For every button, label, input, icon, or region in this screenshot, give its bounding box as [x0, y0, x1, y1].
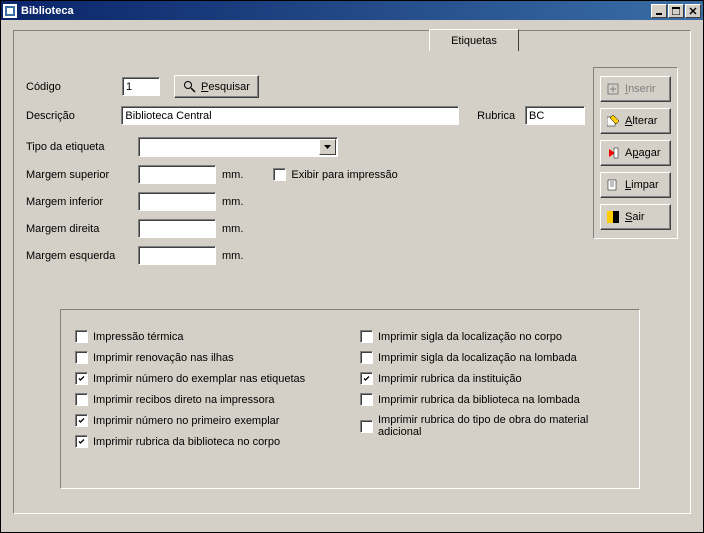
exibir-label: Exibir para impressão — [291, 169, 397, 181]
side-buttons: Inserir Alterar Apagar Limpar Sair — [593, 67, 678, 239]
checkbox-label: Imprimir rubrica do tipo de obra do mate… — [378, 414, 625, 438]
inserir-label: Inserir — [625, 83, 665, 95]
margem-sup-label: Margem superior — [26, 169, 138, 181]
margem-dir-label: Margem direita — [26, 223, 138, 235]
window-title: Biblioteca — [21, 5, 651, 17]
checkbox-label: Imprimir sigla da localização na lombada — [378, 352, 577, 364]
margem-inf-input[interactable] — [138, 192, 216, 211]
tab-etiquetas[interactable]: Etiquetas — [429, 29, 519, 51]
mm-label: mm. — [222, 169, 243, 181]
insert-icon — [606, 82, 620, 96]
edit-icon — [606, 114, 620, 128]
checkbox-column-right: Imprimir sigla da localização no corpo Im… — [360, 330, 625, 448]
titlebar: Biblioteca — [1, 1, 703, 20]
checkbox-row: Imprimir rubrica do tipo de obra do mate… — [360, 414, 625, 438]
sair-button[interactable]: Sair — [600, 204, 671, 230]
checkbox[interactable] — [75, 330, 88, 343]
checkbox[interactable] — [75, 414, 88, 427]
tab-label: Etiquetas — [451, 35, 497, 47]
margem-esq-input[interactable] — [138, 246, 216, 265]
exit-icon — [606, 210, 620, 224]
checkbox[interactable] — [360, 420, 373, 433]
limpar-button[interactable]: Limpar — [600, 172, 671, 198]
checkbox-column-left: Impressão térmica Imprimir renovação nas … — [75, 330, 340, 448]
window: Biblioteca Etiquetas Código Pesquisar — [0, 0, 704, 533]
mm-label: mm. — [222, 250, 243, 262]
checkbox[interactable] — [360, 330, 373, 343]
maximize-button[interactable] — [668, 4, 684, 18]
delete-icon — [606, 146, 620, 160]
codigo-label: Código — [26, 81, 122, 93]
checkbox[interactable] — [360, 393, 373, 406]
checkbox-label: Imprimir recibos direto na impressora — [93, 394, 275, 406]
alterar-label: Alterar — [625, 115, 665, 127]
checkbox[interactable] — [75, 351, 88, 364]
mm-label: mm. — [222, 223, 243, 235]
margem-inf-label: Margem inferior — [26, 196, 138, 208]
checkbox-label: Imprimir sigla da localização no corpo — [378, 331, 562, 343]
checkbox-row: Imprimir renovação nas ilhas — [75, 351, 340, 364]
close-button[interactable] — [685, 4, 701, 18]
tipo-label: Tipo da etiqueta — [26, 141, 138, 153]
apagar-button[interactable]: Apagar — [600, 140, 671, 166]
margem-dir-input[interactable] — [138, 219, 216, 238]
main-frame: Etiquetas Código Pesquisar Descrição — [13, 30, 691, 514]
app-icon — [3, 4, 17, 18]
alterar-button[interactable]: Alterar — [600, 108, 671, 134]
search-icon — [183, 80, 197, 94]
checkbox-row: Imprimir recibos direto na impressora — [75, 393, 340, 406]
checkbox-label: Imprimir número do exemplar nas etiqueta… — [93, 373, 305, 385]
margem-sup-input[interactable] — [138, 165, 216, 184]
checkbox-label: Imprimir rubrica da biblioteca no corpo — [93, 436, 280, 448]
checkbox-label: Imprimir rubrica da instituição — [378, 373, 522, 385]
codigo-input[interactable] — [122, 77, 160, 96]
window-controls — [651, 4, 701, 18]
checkbox-row: Imprimir número no primeiro exemplar — [75, 414, 340, 427]
mm-label: mm. — [222, 196, 243, 208]
rubrica-input[interactable] — [525, 106, 585, 125]
margem-esq-label: Margem esquerda — [26, 250, 138, 262]
checkbox-label: Imprimir rubrica da biblioteca na lombad… — [378, 394, 580, 406]
checkbox-row: Imprimir número do exemplar nas etiqueta… — [75, 372, 340, 385]
checkbox-row: Imprimir rubrica da biblioteca na lombad… — [360, 393, 625, 406]
checkbox-row: Imprimir rubrica da instituição — [360, 372, 625, 385]
checkbox[interactable] — [75, 372, 88, 385]
checkbox-row: Impressão térmica — [75, 330, 340, 343]
checkbox-label: Impressão térmica — [93, 331, 183, 343]
checkbox-label: Imprimir renovação nas ilhas — [93, 352, 234, 364]
checkbox[interactable] — [75, 435, 88, 448]
pesquisar-label: Pesquisar — [201, 81, 250, 93]
apagar-label: Apagar — [625, 147, 665, 159]
chevron-down-icon — [319, 139, 336, 155]
clear-icon — [606, 178, 620, 192]
rubrica-label: Rubrica — [477, 110, 515, 122]
checkbox-label: Imprimir número no primeiro exemplar — [93, 415, 279, 427]
client-area: Etiquetas Código Pesquisar Descrição — [1, 20, 703, 532]
checkbox-row: Imprimir rubrica da biblioteca no corpo — [75, 435, 340, 448]
checkbox[interactable] — [360, 372, 373, 385]
checkbox[interactable] — [360, 351, 373, 364]
minimize-button[interactable] — [651, 4, 667, 18]
descricao-label: Descrição — [26, 110, 121, 122]
tipo-select[interactable] — [138, 137, 338, 157]
checkbox[interactable] — [75, 393, 88, 406]
form-area: Código Pesquisar Descrição Rubrica — [26, 75, 585, 273]
sair-label: Sair — [625, 211, 665, 223]
exibir-checkbox[interactable] — [273, 168, 286, 181]
checkbox-row: Imprimir sigla da localização no corpo — [360, 330, 625, 343]
descricao-input[interactable] — [121, 106, 459, 125]
checkbox-panel: Impressão térmica Imprimir renovação nas … — [60, 309, 640, 489]
checkbox-row: Imprimir sigla da localização na lombada — [360, 351, 625, 364]
limpar-label: Limpar — [625, 179, 665, 191]
inserir-button[interactable]: Inserir — [600, 76, 671, 102]
pesquisar-button[interactable]: Pesquisar — [174, 75, 259, 98]
